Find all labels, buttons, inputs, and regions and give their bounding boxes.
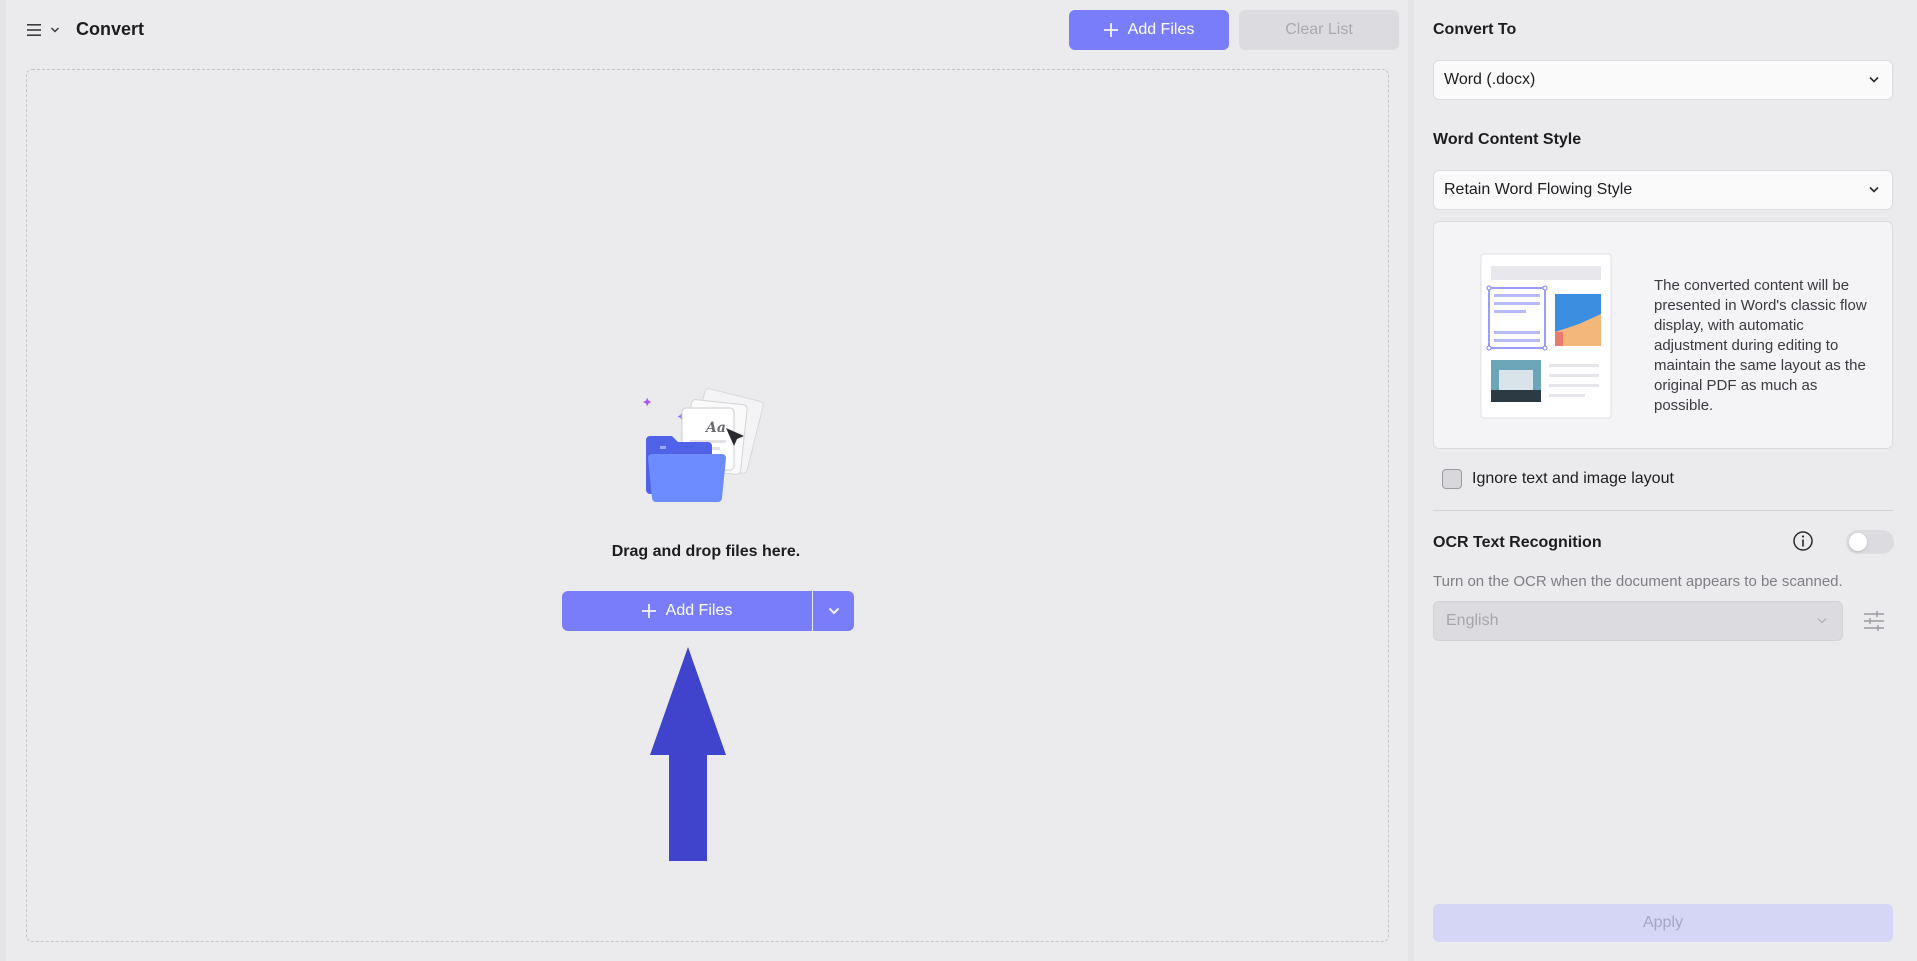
sliders-settings-icon[interactable] bbox=[1862, 609, 1886, 633]
clear-list-label: Clear List bbox=[1285, 21, 1353, 38]
add-files-main-button[interactable]: Add Files bbox=[562, 591, 812, 631]
add-files-button[interactable]: Add Files bbox=[1069, 10, 1229, 50]
content-style-description: The converted content will be presented … bbox=[1654, 277, 1867, 414]
ocr-toggle[interactable] bbox=[1846, 530, 1894, 554]
chevron-down-icon bbox=[1869, 76, 1879, 83]
divider bbox=[1433, 510, 1893, 511]
svg-text:Aa: Aa bbox=[704, 420, 726, 436]
convert-to-value: Word (.docx) bbox=[1444, 71, 1536, 88]
ocr-language-select[interactable]: English bbox=[1433, 601, 1843, 641]
add-files-dropdown-button[interactable] bbox=[813, 591, 854, 631]
file-list-pane: Convert Add Files Clear List Aa Drag and… bbox=[6, 0, 1408, 961]
clear-list-button[interactable]: Clear List bbox=[1239, 10, 1399, 50]
drop-prompt: Drag and drop files here. bbox=[611, 543, 801, 560]
main-menu-button[interactable] bbox=[26, 18, 66, 42]
folder-with-documents-illustration: Aa bbox=[643, 388, 764, 502]
conversion-settings-pane: Convert To Word (.docx) Word Content Sty… bbox=[1414, 0, 1917, 961]
content-style-value: Retain Word Flowing Style bbox=[1444, 181, 1633, 198]
info-icon[interactable] bbox=[1792, 530, 1814, 552]
ignore-layout-label: Ignore text and image layout bbox=[1472, 470, 1674, 487]
content-style-select[interactable]: Retain Word Flowing Style bbox=[1433, 170, 1893, 210]
content-style-preview: The converted content will be presented … bbox=[1433, 221, 1893, 449]
add-files-label: Add Files bbox=[1127, 21, 1195, 38]
convert-to-select[interactable]: Word (.docx) bbox=[1433, 60, 1893, 100]
apply-button[interactable]: Apply bbox=[1433, 904, 1893, 942]
ignore-layout-option[interactable]: Ignore text and image layout bbox=[1442, 469, 1674, 489]
add-files-main-label: Add Files bbox=[665, 602, 733, 619]
plus-icon bbox=[1103, 23, 1118, 37]
chevron-down-icon bbox=[828, 607, 839, 615]
chevron-down-icon bbox=[50, 27, 60, 33]
hamburger-menu-icon bbox=[27, 24, 41, 36]
convert-to-label: Convert To bbox=[1433, 21, 1517, 38]
ocr-toggle-knob bbox=[1849, 533, 1867, 551]
content-style-label: Word Content Style bbox=[1433, 131, 1582, 148]
apply-label: Apply bbox=[1642, 914, 1684, 931]
ocr-label: OCR Text Recognition bbox=[1433, 534, 1602, 551]
document-layout-preview-image bbox=[1480, 253, 1612, 419]
ignore-layout-checkbox[interactable] bbox=[1442, 469, 1462, 489]
chevron-down-icon bbox=[1869, 186, 1879, 193]
plus-icon bbox=[641, 604, 656, 618]
ocr-language-value: English bbox=[1446, 612, 1499, 629]
page-title: Convert bbox=[76, 19, 145, 39]
arrow-up-icon bbox=[650, 647, 726, 861]
ocr-hint: Turn on the OCR when the document appear… bbox=[1433, 573, 1843, 590]
chevron-down-icon bbox=[1817, 618, 1827, 624]
